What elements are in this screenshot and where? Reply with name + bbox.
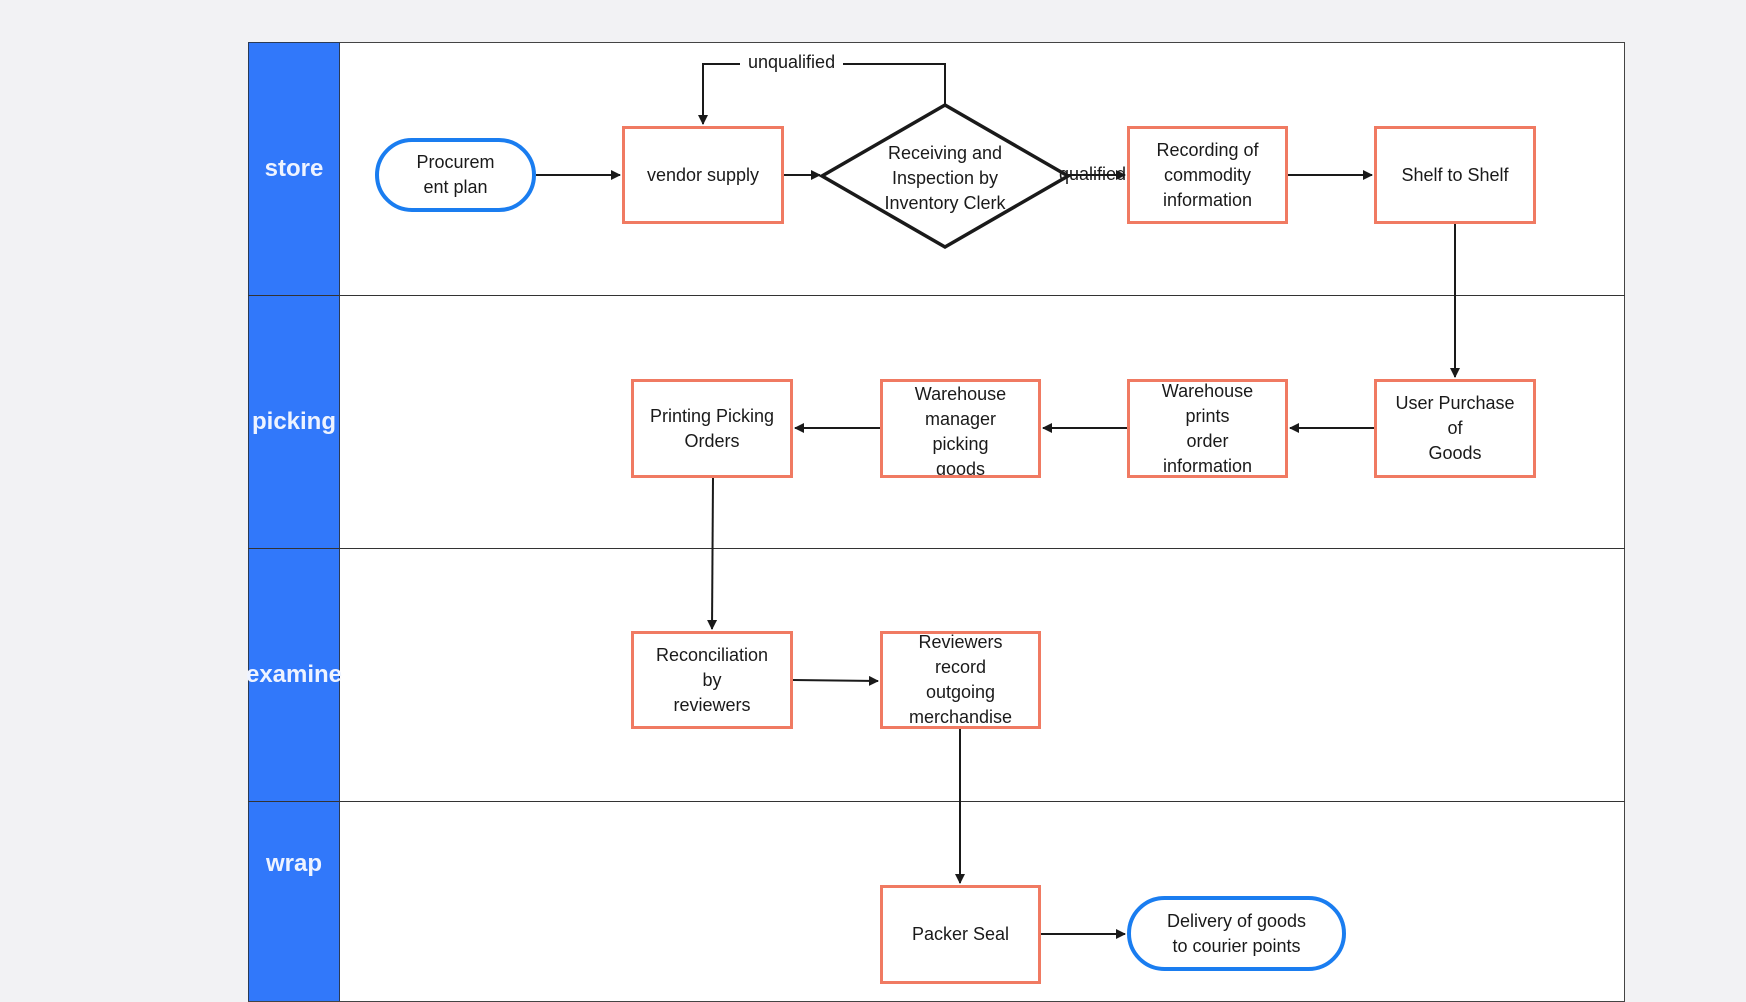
- node-label: Warehouse prints order information: [1161, 380, 1254, 476]
- node-label: Printing Picking Orders: [649, 405, 775, 451]
- node-warehouse-manager-picking[interactable]: Warehousemanager pickinggoods according …: [880, 379, 1041, 478]
- edge-label-unqualified: unqualified: [740, 52, 844, 73]
- node-label: Delivery of goods to courier points: [1166, 910, 1307, 956]
- node-delivery-to-courier[interactable]: Delivery of goods to courier points: [1127, 896, 1346, 971]
- node-printing-picking-orders[interactable]: Printing Picking Orders: [631, 379, 793, 478]
- node-label: Receiving and Inspection by Inventory Cler…: [884, 142, 1006, 213]
- node-label: Warehousemanager pickinggoods according …: [914, 384, 1007, 478]
- node-packer-seal[interactable]: Packer Seal: [880, 885, 1041, 984]
- node-reconciliation-by-reviewers[interactable]: Reconciliation by reviewers: [631, 631, 793, 729]
- node-warehouse-prints-order[interactable]: Warehouse prints order information: [1127, 379, 1288, 478]
- node-label: User Purchase of Goods: [1395, 393, 1515, 463]
- node-receiving-inspection[interactable]: Receiving and Inspection by Inventory Cler…: [862, 135, 1028, 221]
- node-label: Reconciliation by reviewers: [655, 644, 769, 715]
- edge-n10-n11: [792, 675, 879, 686]
- node-procurement-plan[interactable]: Procurem ent plan: [375, 138, 536, 212]
- node-vendor-supply[interactable]: vendor supply: [622, 126, 784, 224]
- node-label: vendor supply: [646, 164, 760, 185]
- node-label: Recording of commodity information: [1156, 139, 1259, 210]
- edge-label-qualified: qualified: [1059, 164, 1127, 184]
- node-label: Procurem ent plan: [416, 152, 495, 197]
- node-label: Packer Seal: [911, 924, 1010, 944]
- node-label: Reviewers record outgoing merchandise: [908, 632, 1013, 727]
- node-reviewers-record-outgoing[interactable]: Reviewers record outgoing merchandise: [880, 631, 1041, 729]
- node-user-purchase[interactable]: User Purchase of Goods: [1374, 379, 1536, 478]
- node-label: Shelf to Shelf: [1401, 164, 1509, 185]
- edge-n3-n2-unqualified: [698, 63, 946, 125]
- node-recording-commodity-info[interactable]: Recording of commodity information: [1127, 126, 1288, 224]
- edge-n9-n10: [707, 477, 718, 630]
- diagram-canvas: store picking examine wrap unqualified q…: [0, 0, 1746, 1002]
- node-shelf-to-shelf[interactable]: Shelf to Shelf: [1374, 126, 1536, 224]
